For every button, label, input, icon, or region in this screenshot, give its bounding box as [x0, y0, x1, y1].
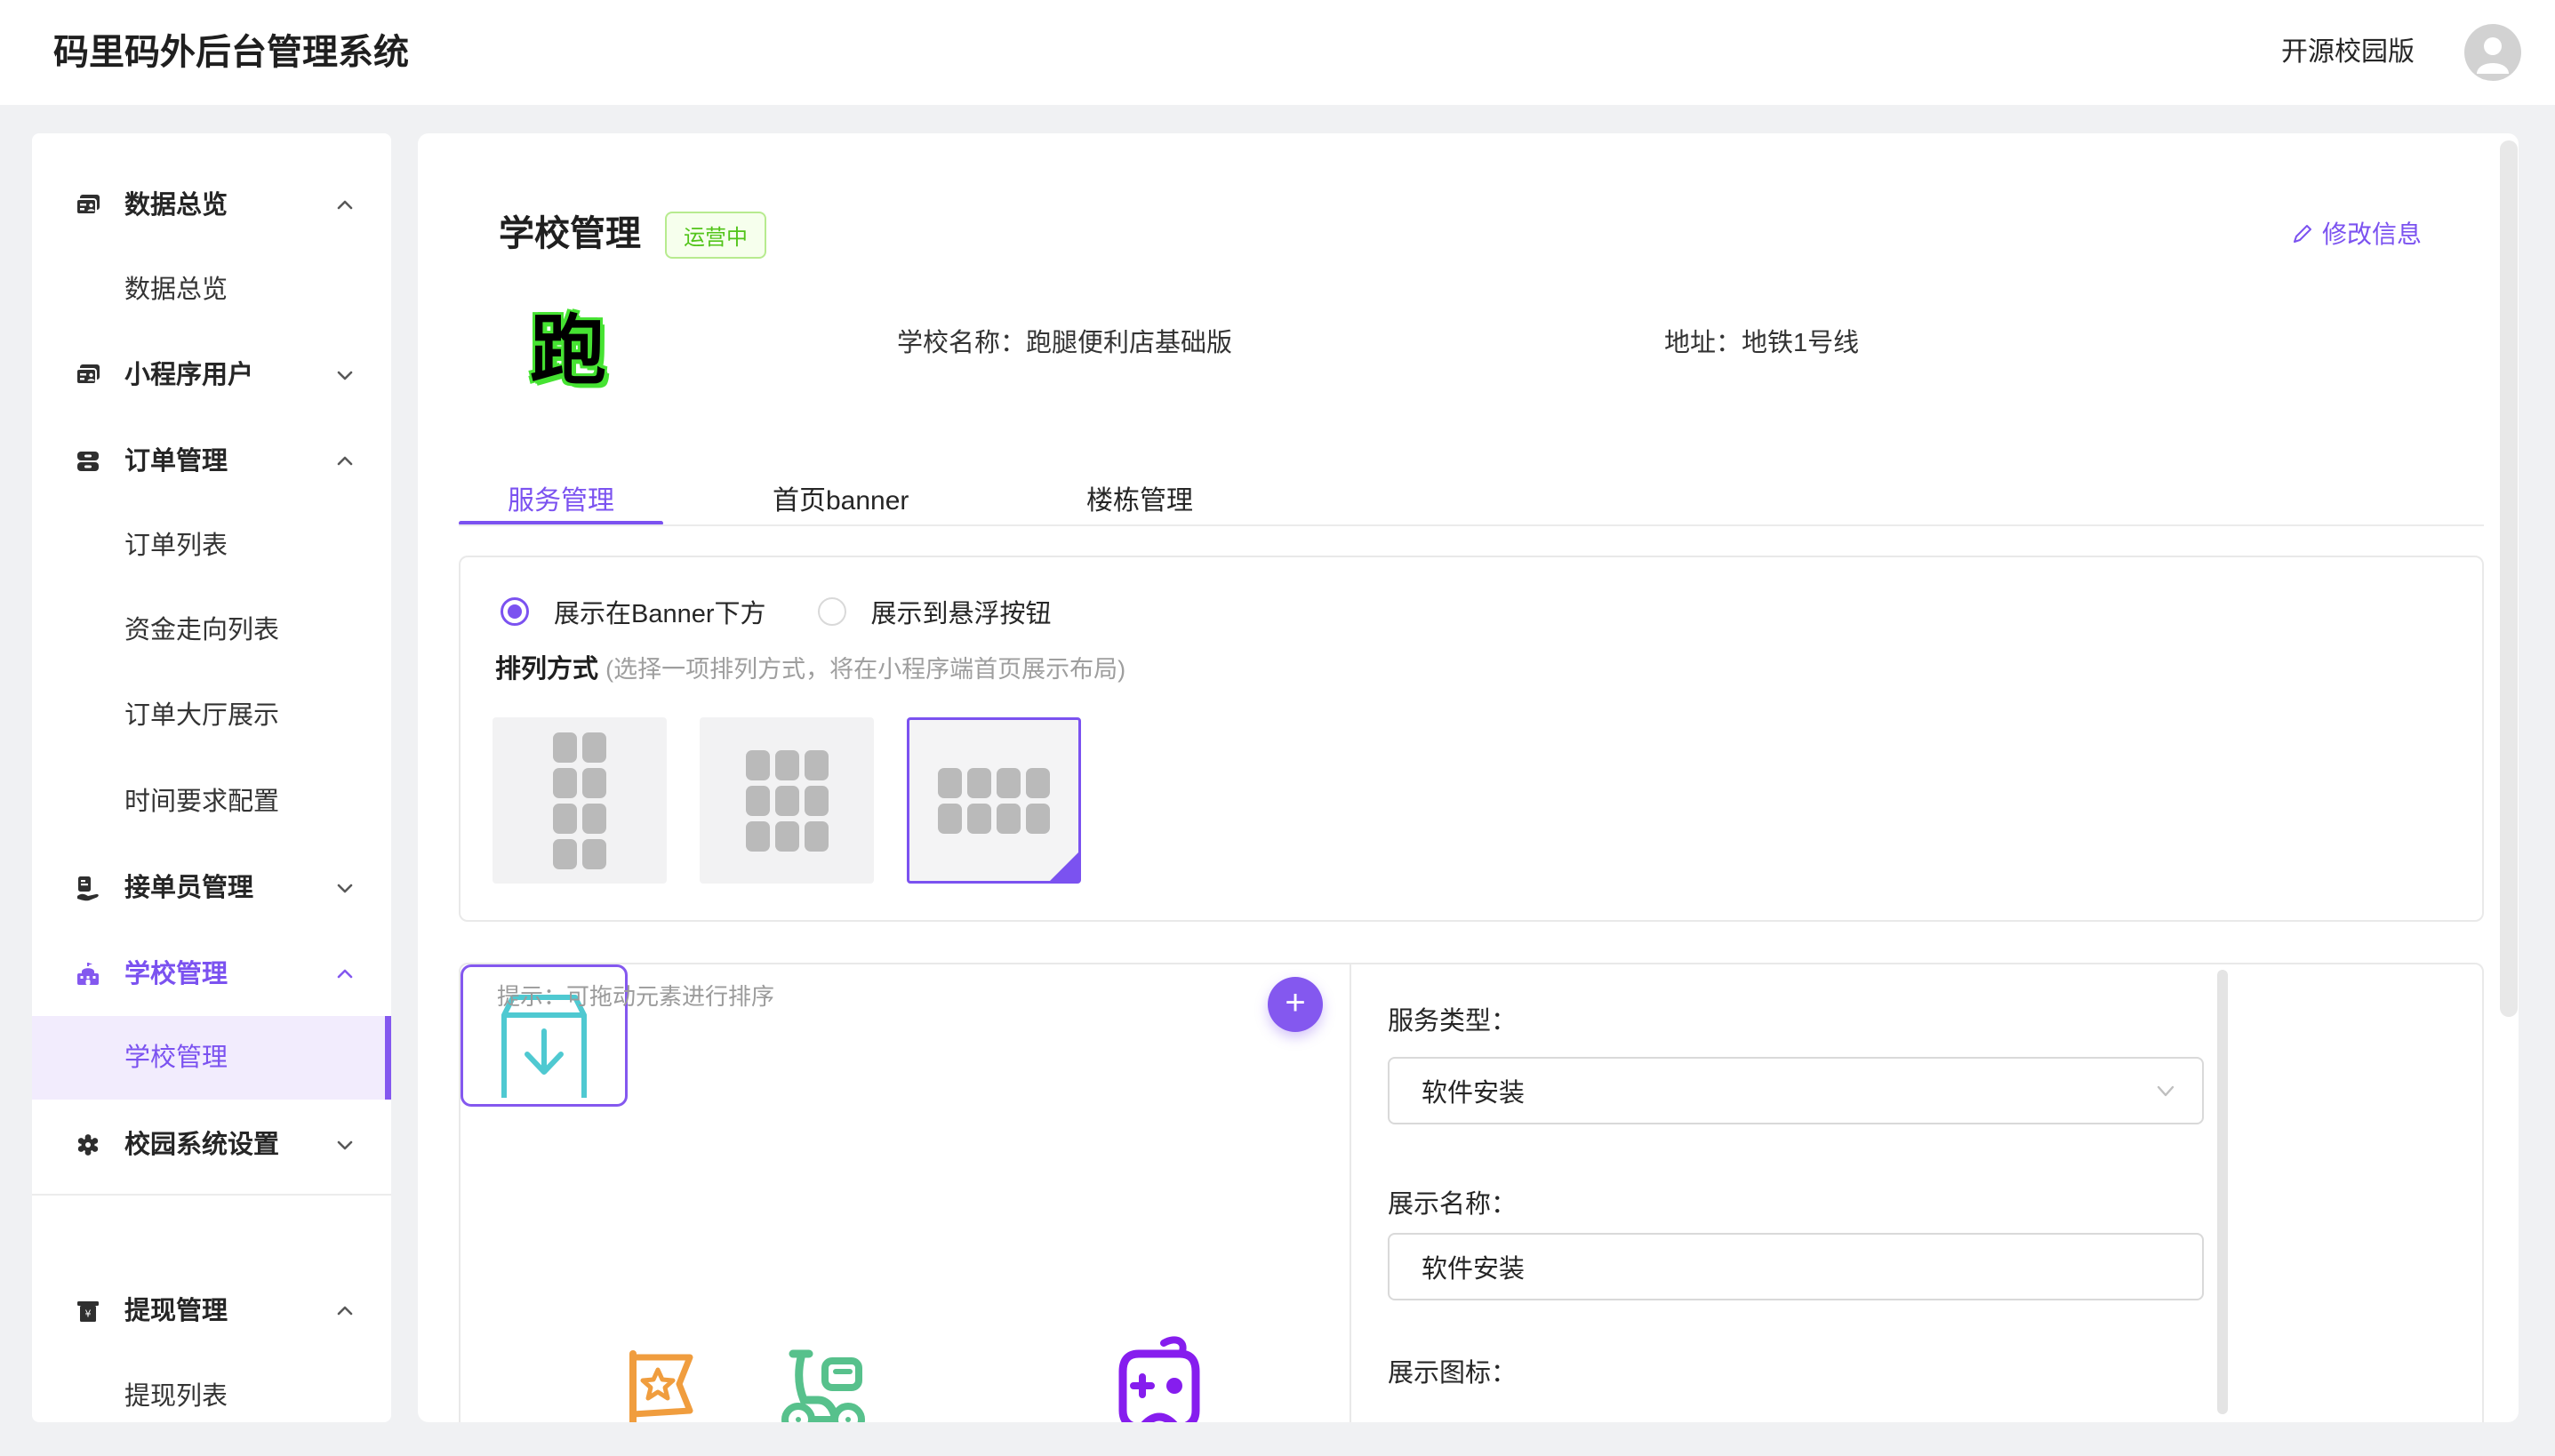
delivery-scooter-icon[interactable] [772, 1338, 871, 1422]
active-indicator-bar [385, 1016, 391, 1100]
layout-options [493, 717, 1081, 884]
chevron-up-icon [334, 451, 356, 472]
service-type-label: 服务类型： [1388, 1000, 1517, 1037]
layout-option-3x3[interactable] [700, 717, 874, 884]
sidebar-item-order-management[interactable]: 订单管理 [32, 420, 391, 503]
miniprogram-users-icon [75, 362, 101, 388]
sidebar-subitem-fund-flow-list[interactable]: 资金走向列表 [32, 588, 391, 672]
add-service-button[interactable]: + [1268, 977, 1323, 1032]
orders-icon [75, 448, 101, 475]
tab-building-management[interactable]: 楼栋管理 [1086, 478, 1193, 517]
chevron-up-icon [334, 195, 356, 216]
display-options-section: 展示在Banner下方 展示到悬浮按钮 排列方式 (选择一项排列方式，将在小程序… [459, 556, 2484, 922]
sidebar-subitem-order-hall-display[interactable]: 订单大厅展示 [32, 674, 391, 757]
data-overview-icon [75, 192, 101, 219]
sidebar-subitem-data-overview[interactable]: 数据总览 [32, 248, 391, 332]
user-avatar[interactable] [2464, 24, 2521, 81]
chevron-down-icon [334, 1134, 356, 1156]
chevron-up-icon [334, 1300, 356, 1322]
drag-hint: 提示：可拖动元素进行排序 [497, 979, 774, 1012]
withdraw-icon: ¥ [75, 1298, 101, 1324]
radio-float-button[interactable] [818, 597, 846, 626]
svg-text:¥: ¥ [85, 1308, 92, 1320]
arrange-mode-title: 排列方式 [495, 655, 598, 684]
service-editor-section: 提示：可拖动元素进行排序 + [459, 963, 2484, 1422]
person-icon [2464, 24, 2521, 81]
school-address: 地址：地铁1号线 [1664, 322, 1859, 359]
display-icon-label: 展示图标： [1388, 1352, 1517, 1389]
school-name: 学校名称：跑腿便利店基础版 [897, 322, 1232, 359]
radio-float-button-label[interactable]: 展示到悬浮按钮 [871, 593, 1052, 630]
school-logo: 跑 [522, 299, 614, 388]
sidebar-item-courier-management[interactable]: 接单员管理 [32, 846, 391, 930]
tab-bottom-line [459, 524, 2484, 526]
layout-option-4x2-selected[interactable] [907, 717, 1081, 884]
edition-label: 开源校园版 [2281, 0, 2415, 105]
campus-settings-icon [75, 1132, 101, 1158]
select-chevron-down-icon [2154, 1079, 2177, 1102]
main-panel: 学校管理 运营中 修改信息 跑 学校名称：跑腿便利店基础版 地址：地铁1号线 服… [418, 133, 2519, 1422]
sidebar-subitem-withdraw-list[interactable]: 提现列表 [32, 1355, 391, 1422]
sidebar: 数据总览 数据总览 小程序用户 订单管理 订单列表 资金走向列表 订单大厅展示 … [32, 133, 391, 1422]
tab-service-management[interactable]: 服务管理 [459, 478, 663, 517]
gamepad-icon[interactable] [1110, 1331, 1208, 1422]
sidebar-item-withdraw-management[interactable]: ¥ 提现管理 [32, 1269, 391, 1353]
arrange-mode-row: 排列方式 (选择一项排列方式，将在小程序端首页展示布局) [495, 648, 1125, 685]
editor-divider [1350, 964, 1351, 1422]
chevron-down-icon [334, 877, 356, 899]
tab-home-banner[interactable]: 首页banner [773, 478, 909, 517]
radio-banner-below[interactable] [501, 597, 529, 626]
pencil-icon [2292, 221, 2315, 244]
display-name-input[interactable]: 软件安装 [1388, 1233, 2204, 1300]
edit-info-link[interactable]: 修改信息 [2292, 215, 2422, 251]
sidebar-subitem-school-management[interactable]: 学校管理 [32, 1016, 391, 1100]
radio-banner-below-label[interactable]: 展示在Banner下方 [554, 593, 766, 630]
top-bar: 码里码外后台管理系统 开源校园版 [0, 0, 2555, 105]
main-scrollbar[interactable] [2500, 140, 2518, 1017]
sidebar-subitem-time-requirement-config[interactable]: 时间要求配置 [32, 760, 391, 844]
display-position-radio-group: 展示在Banner下方 展示到悬浮按钮 [501, 593, 1052, 630]
layout-option-2x4[interactable] [493, 717, 667, 884]
page-title: 学校管理 [499, 204, 641, 256]
app-title: 码里码外后台管理系统 [53, 0, 409, 105]
arrange-mode-note: (选择一项排列方式，将在小程序端首页展示布局) [605, 656, 1125, 683]
sidebar-item-miniprogram-users[interactable]: 小程序用户 [32, 333, 391, 417]
status-badge: 运营中 [665, 212, 766, 259]
sidebar-item-data-overview[interactable]: 数据总览 [32, 164, 391, 247]
sidebar-subitem-order-list[interactable]: 订单列表 [32, 504, 391, 588]
courier-icon [75, 875, 101, 901]
flag-star-icon[interactable] [617, 1345, 706, 1422]
display-name-label: 展示名称： [1388, 1183, 1517, 1220]
sidebar-item-campus-system-settings[interactable]: 校园系统设置 [32, 1103, 391, 1187]
sidebar-item-school-management[interactable]: 学校管理 [32, 932, 391, 1016]
sidebar-section-divider [32, 1194, 391, 1196]
chevron-up-icon [334, 964, 356, 985]
service-type-select[interactable]: 软件安装 [1388, 1057, 2204, 1124]
school-icon [75, 961, 101, 988]
chevron-down-icon [334, 364, 356, 386]
form-scrollbar[interactable] [2217, 970, 2228, 1414]
